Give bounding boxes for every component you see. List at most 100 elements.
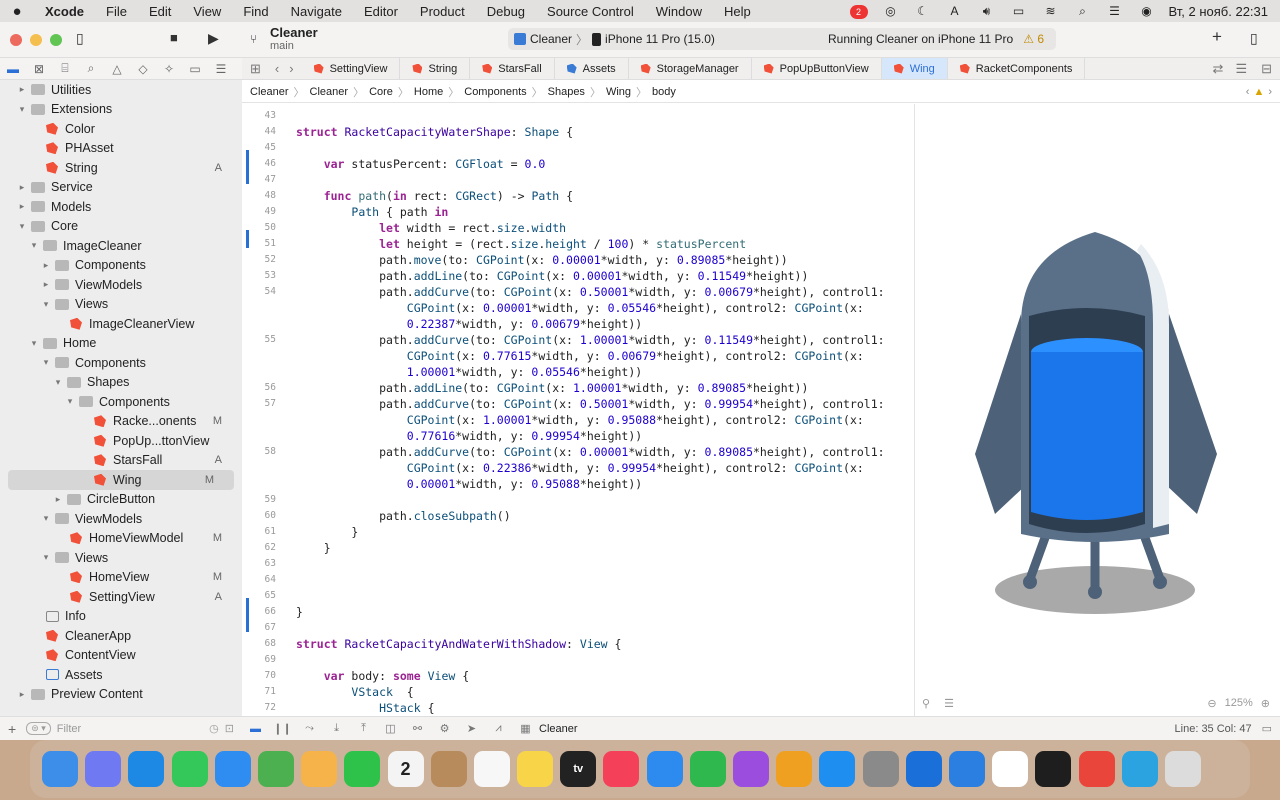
navigator-item[interactable]: ▸ Service <box>0 178 242 198</box>
zoom-level[interactable]: 125% <box>1225 697 1253 709</box>
menu-help[interactable]: Help <box>713 4 762 19</box>
breadcrumb-item[interactable]: Shapes <box>548 86 585 98</box>
navigator-item[interactable]: ImageCleanerView <box>0 314 242 334</box>
chevron-down-icon[interactable]: ▾ <box>16 104 28 115</box>
chevron-right-icon[interactable]: ▸ <box>16 182 28 193</box>
pin-icon[interactable]: ⚲ <box>922 697 930 710</box>
project-name[interactable]: Cleaner <box>270 25 318 40</box>
chevron-down-icon[interactable]: ▾ <box>28 338 40 349</box>
tab-popupbuttonview[interactable]: PopUpButtonView <box>752 58 882 79</box>
chevron-right-icon[interactable]: ▸ <box>40 260 52 271</box>
input-source-icon[interactable]: A <box>939 4 971 18</box>
breadcrumb-item[interactable]: Cleaner <box>250 86 289 98</box>
warning-icon[interactable]: ▲ <box>1253 86 1264 98</box>
code-line[interactable]: 0.00001*width, y: 0.95088*height)) <box>242 476 914 492</box>
control-center-icon[interactable]: ☰ <box>1099 4 1131 18</box>
chevron-right-icon[interactable]: ▸ <box>52 494 64 505</box>
related-items-icon[interactable]: ⇄ <box>1207 61 1230 77</box>
minimize-window-button[interactable] <box>30 33 42 46</box>
navigator-item[interactable]: ▾ Core <box>0 217 242 237</box>
menu-debug[interactable]: Debug <box>476 4 536 19</box>
navigator-item[interactable]: Assets <box>0 665 242 685</box>
debug-area-toggle-icon[interactable]: ▬ <box>242 723 269 735</box>
dock-finder-icon[interactable] <box>42 751 78 787</box>
search-icon[interactable]: ⌕ <box>1067 4 1099 19</box>
dock-photos-icon[interactable] <box>301 751 338 787</box>
breadcrumb-item[interactable]: Core <box>369 86 393 98</box>
breakpoint-icon[interactable]: ▭ <box>182 62 208 76</box>
code-line[interactable]: 51 let height = (rect.size.height / 100)… <box>242 236 914 252</box>
editor-options-icon[interactable]: ☰ <box>1229 61 1253 77</box>
debug-icon[interactable]: ✧ <box>156 62 182 76</box>
code-line[interactable]: 63 <box>242 556 914 572</box>
tab-storagemanager[interactable]: StorageManager <box>629 58 752 79</box>
tab-assets[interactable]: Assets <box>555 58 629 79</box>
previous-issue-icon[interactable]: ‹ <box>1246 86 1250 98</box>
chevron-down-icon[interactable]: ▾ <box>16 221 28 232</box>
code-line[interactable]: CGPoint(x: 0.22386*width, y: 0.99954*hei… <box>242 460 914 476</box>
chevron-right-icon[interactable]: ▸ <box>40 279 52 290</box>
tab-string[interactable]: String <box>400 58 471 79</box>
chevron-down-icon[interactable]: ▾ <box>40 299 52 310</box>
menu-file[interactable]: File <box>95 4 138 19</box>
code-line[interactable]: 70 var body: some View { <box>242 668 914 684</box>
code-line[interactable]: 71 VStack { <box>242 684 914 700</box>
dock-chrome-icon[interactable] <box>1078 751 1115 787</box>
close-window-button[interactable] <box>10 33 22 46</box>
breadcrumb-item[interactable]: Home <box>414 86 443 98</box>
menu-view[interactable]: View <box>182 4 232 19</box>
code-line[interactable]: 61 } <box>242 524 914 540</box>
navigator-item[interactable]: ▸ CircleButton <box>0 490 242 510</box>
dock-podcasts-icon[interactable] <box>733 751 769 787</box>
code-line[interactable]: 0.22387*width, y: 0.00679*height)) <box>242 316 914 332</box>
menu-editor[interactable]: Editor <box>353 4 409 19</box>
location-icon[interactable]: ➤ <box>458 722 485 735</box>
source-editor[interactable]: 43 44 struct RacketCapacityWaterShape: Sha… <box>242 104 914 716</box>
code-line[interactable]: 50 let width = rect.size.width <box>242 220 914 236</box>
code-line[interactable]: 58 path.addCurve(to: CGPoint(x: 0.00001*… <box>242 444 914 460</box>
dock-xcode-icon[interactable] <box>905 751 942 787</box>
navigator-item[interactable]: Color <box>0 119 242 139</box>
dock-music-icon[interactable] <box>603 751 640 787</box>
debug-target[interactable]: Cleaner <box>539 723 578 735</box>
code-line[interactable]: 44 struct RacketCapacityWaterShape: Shape… <box>242 124 914 140</box>
inspector-toggle-icon[interactable]: ▯ <box>1250 30 1258 47</box>
code-line[interactable]: 68 struct RacketCapacityAndWaterWithShado… <box>242 636 914 652</box>
code-line[interactable]: 52 path.move(to: CGPoint(x: 0.00001*widt… <box>242 252 914 268</box>
navigator-item[interactable]: Racke...onents M <box>0 412 242 432</box>
breadcrumb-item[interactable]: body <box>652 86 676 98</box>
code-line[interactable]: 46 var statusPercent: CGFloat = 0.0 <box>242 156 914 172</box>
dock-keynote-icon[interactable] <box>646 751 683 787</box>
code-line[interactable]: 43 <box>242 108 914 124</box>
menu-app[interactable]: Xcode <box>34 4 95 19</box>
menu-window[interactable]: Window <box>645 4 713 19</box>
code-line[interactable]: 65 <box>242 588 914 604</box>
code-line[interactable]: 56 path.addLine(to: CGPoint(x: 1.00001*w… <box>242 380 914 396</box>
step-out-icon[interactable]: ⤒ <box>350 722 377 735</box>
zoom-in-icon[interactable]: ⊕ <box>1261 697 1270 710</box>
dock-trash-icon[interactable] <box>1164 751 1201 787</box>
code-line[interactable]: 45 <box>242 140 914 156</box>
split-editor-icon[interactable]: ⊟ <box>1253 61 1280 77</box>
dock-figma-icon[interactable] <box>1035 751 1072 787</box>
chevron-down-icon[interactable]: ▾ <box>40 513 52 524</box>
dock-messages-icon[interactable] <box>171 751 208 787</box>
view-hierarchy-icon[interactable]: ◫ <box>377 722 404 735</box>
code-line[interactable]: 59 <box>242 492 914 508</box>
stop-button[interactable]: ■ <box>170 30 178 45</box>
sidebar-toggle-icon[interactable]: ▯ <box>76 30 84 47</box>
navigator-item[interactable]: ▸ Components <box>0 256 242 276</box>
breadcrumb-item[interactable]: Components <box>464 86 526 98</box>
navigator-item[interactable]: CleanerApp <box>0 626 242 646</box>
activity-view[interactable]: Cleaner 〉 iPhone 11 Pro (15.0) Running C… <box>508 28 1056 50</box>
navigator-item[interactable]: ▸ ViewModels <box>0 275 242 295</box>
frames-icon[interactable]: ⩘ <box>485 722 512 735</box>
code-line[interactable]: 55 path.addCurve(to: CGPoint(x: 1.00001*… <box>242 332 914 348</box>
report-icon[interactable]: ☰ <box>208 62 234 76</box>
code-line[interactable]: 1.00001*width, y: 0.05546*height)) <box>242 364 914 380</box>
code-line[interactable]: 47 <box>242 172 914 188</box>
back-icon[interactable]: ‹ <box>269 61 285 76</box>
navigator-item[interactable]: ▸ Utilities <box>0 80 242 100</box>
code-line[interactable]: 67 <box>242 620 914 636</box>
navigator-item[interactable]: String A <box>0 158 242 178</box>
